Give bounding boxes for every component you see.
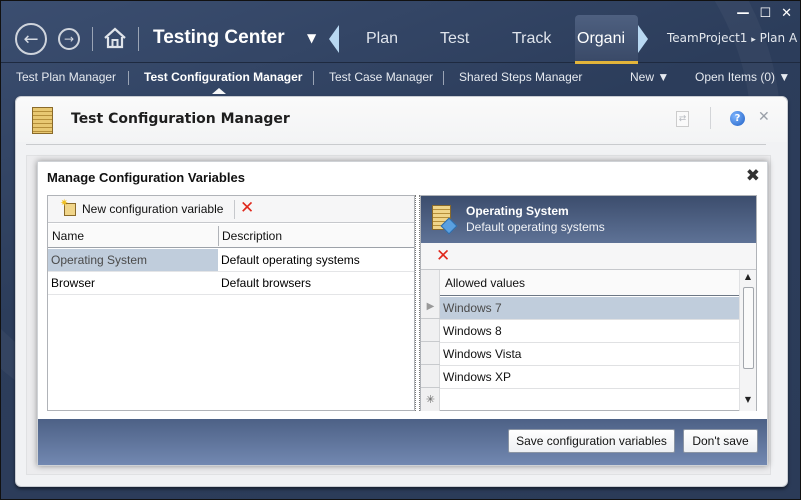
- column-header-description[interactable]: Description: [222, 229, 282, 243]
- allowed-value-row[interactable]: Windows XP: [440, 366, 741, 389]
- breadcrumb-project[interactable]: TeamProject1: [667, 31, 747, 45]
- column-header-allowed-values[interactable]: Allowed values: [440, 270, 741, 296]
- allowed-value-row[interactable]: Windows 8: [440, 320, 741, 343]
- panel-tool-divider: [710, 107, 711, 129]
- subnav-divider: [443, 71, 444, 85]
- tab-test[interactable]: Test: [440, 30, 469, 48]
- window-controls: — ☐ ✕: [736, 6, 792, 21]
- scroll-up-icon[interactable]: ▲: [740, 272, 756, 286]
- allowed-value-row[interactable]: Windows Vista: [440, 343, 741, 366]
- variables-toolbar: ✷ New configuration variable ✕: [48, 196, 414, 223]
- allowed-value-row[interactable]: Windows 7: [440, 297, 741, 320]
- tab-scroll-right-icon[interactable]: [638, 25, 648, 53]
- vertical-scrollbar[interactable]: ▲ ▼: [739, 270, 756, 411]
- breadcrumb-separator-icon: ▸: [751, 35, 756, 45]
- title-bar: ← → Testing Center ▼ Plan Test Track Org…: [1, 1, 800, 64]
- home-icon: [104, 27, 126, 49]
- new-row-marker-icon[interactable]: ✳: [421, 388, 440, 411]
- new-document-icon: ✷: [60, 198, 78, 217]
- sub-navigation: Test Plan Manager Test Configuration Man…: [1, 63, 800, 94]
- subnav-divider: [128, 71, 129, 85]
- variable-details-header: Operating System Default operating syste…: [421, 196, 756, 243]
- arrow-right-icon: →: [63, 32, 75, 46]
- current-row-marker-icon[interactable]: ▶: [421, 296, 440, 319]
- dont-save-button[interactable]: Don't save: [683, 429, 758, 453]
- dialog-footer: Save configuration variables Don't save: [38, 419, 767, 465]
- variable-row[interactable]: Operating System Default operating syste…: [48, 249, 414, 272]
- delete-value-icon[interactable]: ✕: [436, 246, 450, 266]
- home-button[interactable]: [102, 25, 128, 51]
- toolbar-divider: [234, 200, 235, 219]
- tab-track[interactable]: Track: [512, 30, 551, 48]
- allowed-values-toolbar: ✕: [421, 243, 756, 270]
- configuration-variable-icon: [432, 205, 451, 230]
- manage-configuration-variables-dialog: Manage Configuration Variables ✖ ✷ New c…: [37, 161, 768, 466]
- app-title: Testing Center: [153, 27, 285, 48]
- selected-variable-name: Operating System: [466, 204, 569, 218]
- allowed-values-pane: Operating System Default operating syste…: [420, 195, 757, 411]
- save-configuration-variables-button[interactable]: Save configuration variables: [508, 429, 675, 453]
- row-header[interactable]: [421, 365, 440, 388]
- breadcrumb: TeamProject1 ▸ Plan A: [667, 31, 797, 45]
- new-configuration-variable-label: New configuration variable: [82, 202, 224, 216]
- allowed-values-grid: ▶ ✳ Allowed values Windows 7 Windows 8 W…: [421, 270, 741, 411]
- row-header-column: ▶ ✳: [421, 270, 440, 411]
- tab-plan[interactable]: Plan: [366, 30, 398, 48]
- variable-row[interactable]: Browser Default browsers: [48, 272, 414, 295]
- title-dropdown-chevron-icon[interactable]: ▼: [307, 31, 316, 45]
- column-header-name[interactable]: Name: [52, 229, 84, 243]
- scrollbar-thumb[interactable]: [743, 287, 754, 369]
- variables-pane: ✷ New configuration variable ✕ Name Desc…: [47, 195, 415, 411]
- help-icon[interactable]: ?: [730, 111, 745, 126]
- nav-divider: [92, 27, 93, 51]
- variables-grid-header: Name Description: [48, 224, 414, 248]
- variable-description-cell[interactable]: Default browsers: [218, 272, 416, 294]
- testing-center-window: ← → Testing Center ▼ Plan Test Track Org…: [0, 0, 801, 500]
- subnav-test-configuration-manager[interactable]: Test Configuration Manager: [144, 70, 302, 84]
- refresh-icon[interactable]: ⇄: [676, 111, 689, 127]
- subnav-test-case-manager[interactable]: Test Case Manager: [329, 70, 433, 84]
- minimize-button[interactable]: —: [736, 6, 749, 21]
- breadcrumb-plan[interactable]: Plan A: [760, 31, 798, 45]
- tab-organize[interactable]: Organi: [575, 15, 638, 64]
- variable-description-cell[interactable]: Default operating systems: [218, 249, 416, 271]
- dialog-title: Manage Configuration Variables: [47, 170, 245, 185]
- tab-scroll-left-icon[interactable]: [329, 25, 339, 53]
- subnav-shared-steps-manager[interactable]: Shared Steps Manager: [459, 70, 582, 84]
- back-button[interactable]: ←: [15, 23, 47, 55]
- close-panel-icon[interactable]: ✕: [758, 109, 770, 125]
- maximize-button[interactable]: ☐: [759, 6, 771, 21]
- open-items-menu-button[interactable]: Open Items (0) ▼: [695, 70, 790, 84]
- close-window-button[interactable]: ✕: [781, 6, 792, 21]
- variable-name-cell[interactable]: Operating System: [48, 249, 218, 271]
- dialog-close-icon[interactable]: ✖: [746, 166, 760, 186]
- new-menu-button[interactable]: New ▼: [630, 70, 669, 84]
- scroll-down-icon[interactable]: ▼: [740, 395, 756, 409]
- selected-variable-description: Default operating systems: [466, 220, 605, 234]
- row-header[interactable]: [421, 319, 440, 342]
- nav-divider: [138, 27, 139, 51]
- column-divider[interactable]: [218, 226, 219, 246]
- new-value-row[interactable]: [440, 389, 741, 412]
- panel-header: Test Configuration Manager ⇄ ? ✕: [16, 97, 787, 142]
- panel-divider: [26, 144, 766, 145]
- arrow-left-icon: ←: [23, 28, 39, 50]
- delete-variable-icon[interactable]: ✕: [240, 198, 254, 218]
- variable-name-cell[interactable]: Browser: [48, 272, 218, 294]
- new-configuration-variable-button[interactable]: ✷ New configuration variable: [60, 198, 224, 217]
- forward-button[interactable]: →: [58, 28, 80, 50]
- subnav-test-plan-manager[interactable]: Test Plan Manager: [16, 70, 116, 84]
- row-header[interactable]: [421, 342, 440, 365]
- subnav-divider: [313, 71, 314, 85]
- configuration-document-icon: [32, 107, 53, 134]
- panel-title: Test Configuration Manager: [71, 111, 290, 127]
- active-subnav-pointer: [212, 88, 226, 94]
